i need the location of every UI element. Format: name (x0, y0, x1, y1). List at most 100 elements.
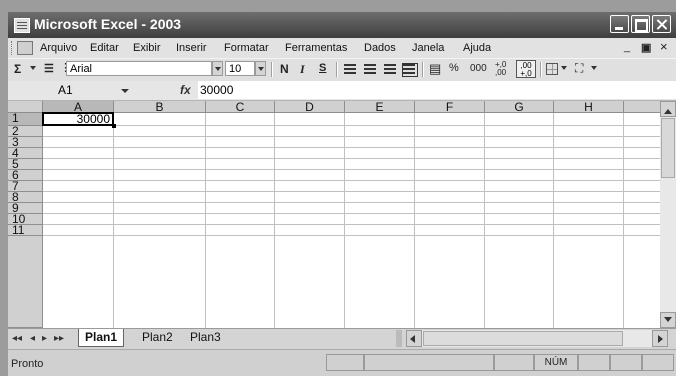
menu-formatar[interactable]: Formatar (224, 42, 269, 54)
column-header-f[interactable]: F (415, 101, 485, 113)
scroll-right-button[interactable] (652, 330, 668, 347)
doc-close-button[interactable]: × (660, 39, 668, 54)
last-sheet-button[interactable]: ▸▸ (54, 333, 64, 344)
font-size-field[interactable]: 10 (225, 61, 255, 76)
cell-a1[interactable]: 30000 (42, 112, 116, 128)
gridline (623, 113, 624, 328)
autosum-button[interactable]: Σ (14, 62, 21, 76)
next-sheet-button[interactable]: ▸ (42, 333, 47, 344)
column-header-g[interactable]: G (485, 101, 554, 113)
menu-exibir[interactable]: Exibir (133, 42, 161, 54)
row-header-filler (8, 236, 43, 328)
formula-input[interactable]: 30000 (198, 81, 676, 99)
formatting-toolbar: Σ ☰ ⋮ Arial 10 N I S ▤ % 000 +,0 ,00 ,00… (8, 58, 676, 82)
doc-restore-button[interactable]: ▣ (641, 41, 651, 54)
column-header-partial[interactable] (624, 101, 660, 113)
gridline (205, 113, 206, 328)
menu-bar: Arquivo Editar Exibir Inserir Formatar F… (8, 38, 676, 58)
menu-dados[interactable]: Dados (364, 42, 396, 54)
tab-split-handle[interactable] (396, 330, 402, 347)
borders-icon[interactable] (546, 63, 558, 75)
menu-arquivo[interactable]: Arquivo (40, 42, 77, 54)
underline-button[interactable]: S (319, 62, 326, 74)
column-header-b[interactable]: B (114, 101, 206, 113)
align-center-icon[interactable] (364, 64, 376, 74)
num-lock-indicator: NÚM (534, 354, 578, 371)
previous-sheet-button[interactable]: ◂ (30, 333, 35, 344)
gridline (43, 169, 660, 170)
doc-minimize-button[interactable]: _ (624, 41, 630, 53)
window-title: Microsoft Excel - 2003 (34, 16, 182, 32)
sheet-tabs-bar: ◂◂ ◂ ▸ ▸▸ Plan1 Plan2 Plan3 (8, 328, 676, 349)
gridline (43, 125, 660, 126)
row-header-11[interactable]: 11 (8, 224, 43, 236)
status-bar: Pronto NÚM (8, 349, 676, 376)
gridline (43, 147, 660, 148)
minimize-button[interactable] (610, 15, 629, 33)
column-header-e[interactable]: E (345, 101, 415, 113)
title-bar: Microsoft Excel - 2003 (8, 12, 676, 38)
merge-center-icon[interactable] (402, 63, 418, 77)
gridline (43, 180, 660, 181)
toolbar-separator (422, 62, 424, 77)
worksheet-grid[interactable]: A B C D E F G H 1 2 3 4 5 6 7 8 9 10 11 (8, 101, 660, 328)
menu-inserir[interactable]: Inserir (176, 42, 207, 54)
maximize-button[interactable] (631, 15, 650, 33)
italic-button[interactable]: I (300, 62, 305, 77)
menu-janela[interactable]: Janela (412, 42, 444, 54)
borders-dropdown-icon[interactable] (559, 61, 570, 76)
toolbar-separator (271, 62, 273, 77)
bold-button[interactable]: N (280, 62, 289, 76)
horizontal-scrollbar[interactable] (406, 330, 668, 347)
first-sheet-button[interactable]: ◂◂ (12, 333, 22, 344)
menu-ferramentas[interactable]: Ferramentas (285, 42, 347, 54)
font-name-field[interactable]: Arial (66, 61, 212, 76)
close-button[interactable] (652, 15, 671, 33)
scroll-left-button[interactable] (406, 330, 422, 347)
menu-ajuda[interactable]: Ajuda (463, 42, 491, 54)
column-header-h[interactable]: H (554, 101, 624, 113)
gridline (113, 113, 114, 328)
menu-editar[interactable]: Editar (90, 42, 119, 54)
scroll-up-button[interactable] (660, 101, 676, 117)
sheet-tab-plan1[interactable]: Plan1 (78, 329, 125, 347)
status-panel (326, 354, 364, 371)
vertical-scrollbar[interactable] (660, 101, 676, 328)
align-left-icon[interactable] (344, 64, 356, 74)
scroll-down-button[interactable] (660, 312, 676, 328)
menu-grip[interactable] (11, 41, 14, 55)
document-icon[interactable] (17, 41, 33, 55)
status-panel (610, 354, 642, 371)
thousands-separator-button[interactable]: 000 (470, 63, 487, 74)
fill-color-icon[interactable]: ⛶ (575, 61, 583, 76)
status-panel (578, 354, 610, 371)
status-text: Pronto (11, 358, 44, 370)
status-panel (642, 354, 674, 371)
insert-function-icon[interactable]: fx (180, 83, 191, 97)
align-right-icon[interactable] (384, 64, 396, 74)
column-header-c[interactable]: C (206, 101, 275, 113)
fill-color-dropdown-icon[interactable] (589, 61, 600, 76)
currency-icon[interactable]: ▤ (429, 61, 441, 77)
vertical-scroll-thumb[interactable] (661, 118, 675, 178)
horizontal-scroll-thumb[interactable] (423, 331, 623, 346)
gridline (43, 191, 660, 192)
increase-decimal-button[interactable]: +,0 ,00 (495, 61, 506, 77)
autosum-dropdown-icon[interactable] (28, 61, 39, 76)
decrease-decimal-button[interactable]: ,00 +,0 (516, 60, 536, 78)
toolbar-options-icon[interactable]: ☰ (44, 62, 54, 75)
excel-window: Microsoft Excel - 2003 Arquivo Editar Ex… (8, 12, 676, 376)
column-header-d[interactable]: D (275, 101, 345, 113)
font-name-dropdown[interactable] (212, 61, 223, 76)
sheet-tab-plan2[interactable]: Plan2 (142, 329, 173, 346)
formula-bar: A1 fx 30000 (8, 81, 676, 101)
font-size-dropdown[interactable] (255, 61, 266, 76)
gridline (344, 113, 345, 328)
name-box-dropdown-icon[interactable] (121, 89, 129, 97)
sheet-tab-plan3[interactable]: Plan3 (190, 329, 221, 346)
gridline (484, 113, 485, 328)
percent-button[interactable]: % (449, 62, 459, 74)
gridline (553, 113, 554, 328)
excel-app-icon[interactable] (14, 18, 30, 33)
status-panel (494, 354, 534, 371)
